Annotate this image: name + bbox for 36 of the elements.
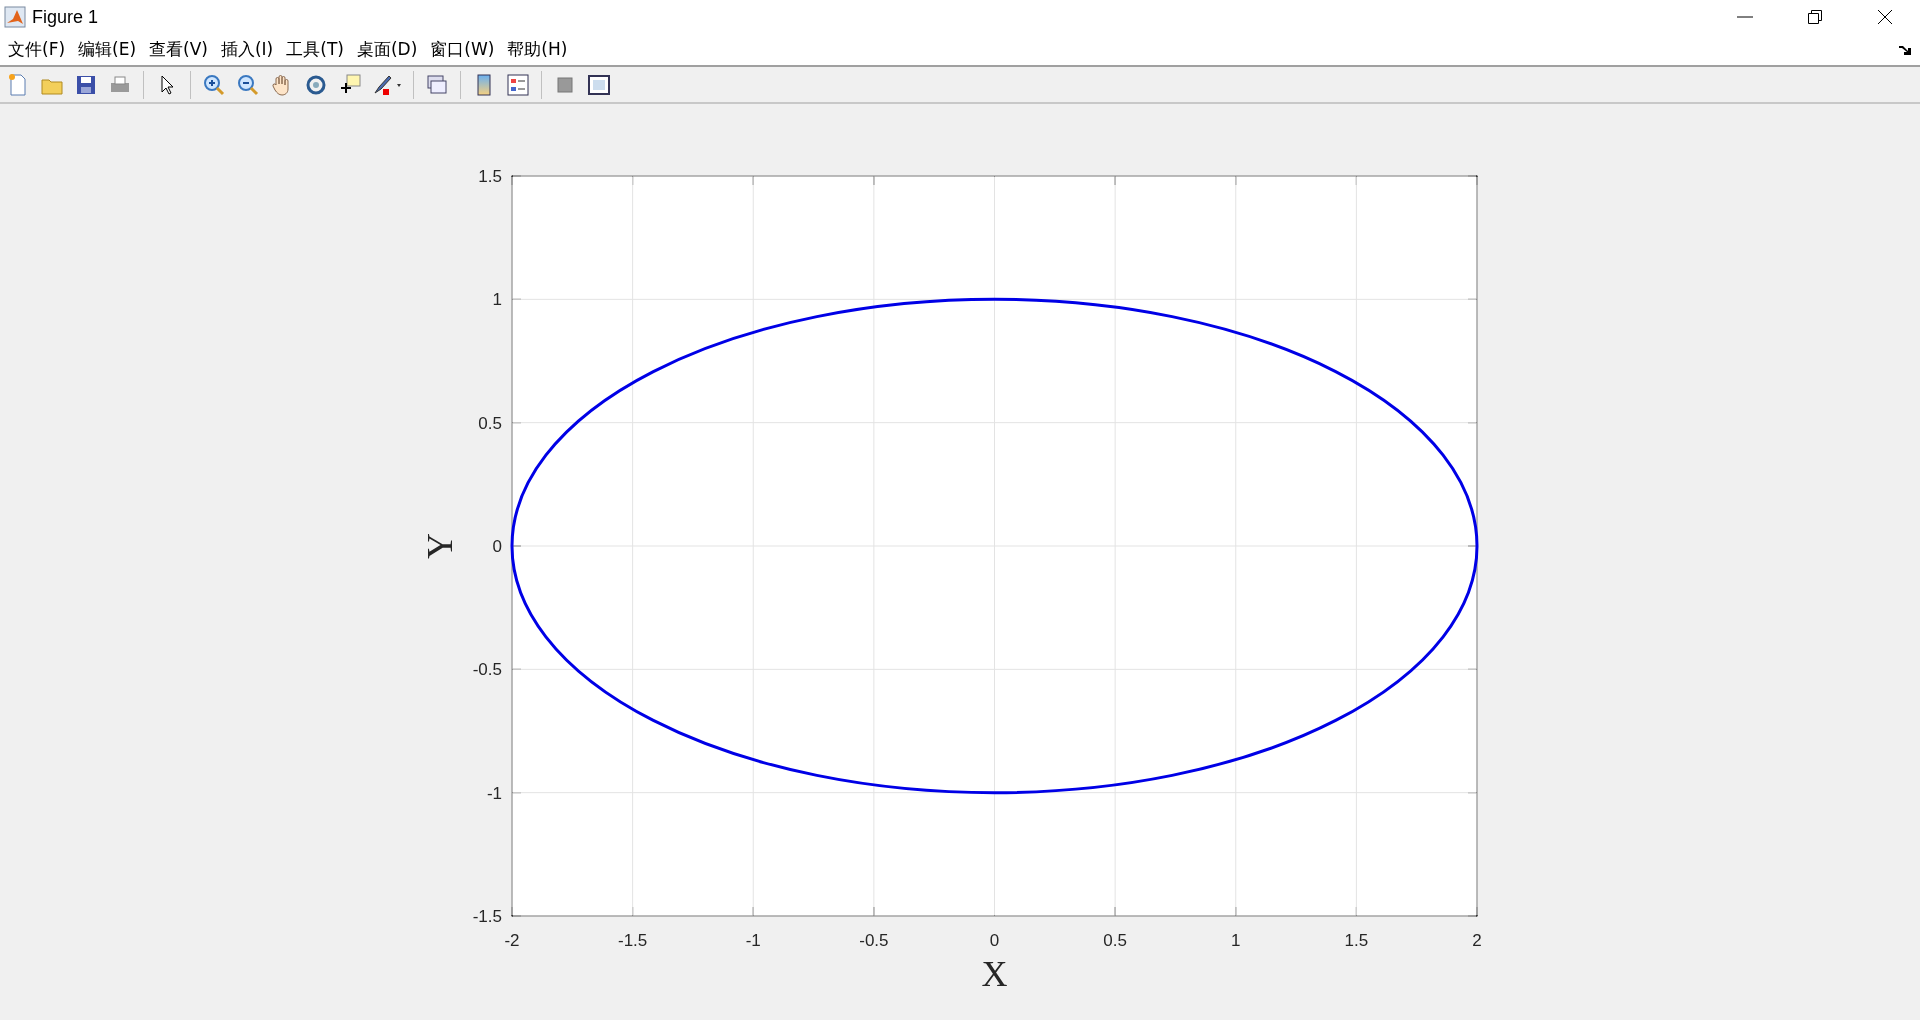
x-tick-label: -1.5 [618,931,648,950]
y-tick-label: 0 [492,537,502,556]
menu-item[interactable]: 文件(F) [4,38,75,62]
x-axis-label: X [981,954,1008,994]
app-logo-icon [4,6,26,28]
y-tick-label: 1 [492,290,502,310]
y-tick-label: -1 [486,783,502,803]
x-tick-label: -2 [504,931,520,950]
x-tick-label: 1.5 [1344,931,1369,950]
y-tick-label: 0.5 [478,413,502,433]
menu-item[interactable]: 桌面(D) [352,38,427,62]
zoom-out-icon [236,72,260,97]
y-axis-label: Y [420,533,460,559]
x-tick-label: 0.5 [1103,931,1127,950]
x-tick-label: -0.5 [859,931,889,950]
y-tick-label: 1.5 [478,167,502,186]
menu-item[interactable]: 查看(V) [145,38,217,62]
restore-icon [1807,9,1823,25]
close-icon [1877,9,1893,25]
menu-item[interactable]: 插入(I) [216,38,283,62]
frame-icon [587,72,611,97]
x-tick-label: 1 [1231,931,1241,950]
menu-item[interactable]: 窗口(W) [426,38,504,62]
x-tick-label: -1 [745,931,761,950]
y-tick-label: -1.5 [472,907,502,926]
y-tick-label: -0.5 [472,660,502,680]
zoom-in-icon [202,72,226,97]
x-tick-label: 2 [1472,931,1482,950]
menu-item[interactable]: 编辑(E) [74,38,146,62]
menu-item[interactable]: 帮助(H) [503,38,577,62]
menu-item[interactable]: 工具(T) [282,38,353,62]
linked-windows-icon [425,72,449,97]
legend-icon [506,72,530,97]
x-tick-label: 0 [989,931,1000,950]
window-title: Figure 1 [32,6,100,28]
minimize-icon [1737,16,1753,18]
